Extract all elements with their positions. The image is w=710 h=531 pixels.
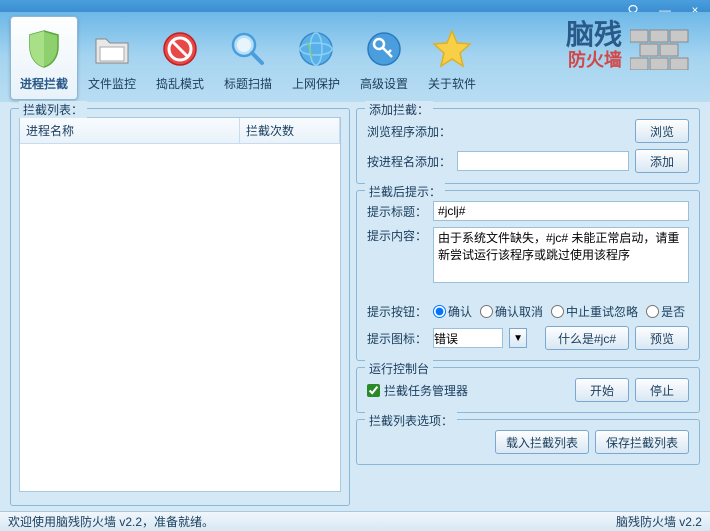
add-block-panel: 添加拦截： 浏览程序添加： 浏览 按进程名添加： 添加	[356, 108, 700, 184]
wall-icon	[630, 20, 690, 70]
block-list-legend: 拦截列表：	[19, 101, 87, 118]
tab-label: 进程拦截	[20, 75, 68, 92]
add-block-legend: 添加拦截：	[365, 101, 433, 118]
block-list-table[interactable]: 进程名称 拦截次数	[19, 117, 341, 492]
tip-icon-label: 提示图标：	[367, 330, 427, 347]
radio-ok[interactable]: 确认	[433, 303, 472, 320]
block-taskmgr-checkbox[interactable]: 拦截任务管理器	[367, 382, 468, 399]
radio-okcancel[interactable]: 确认取消	[480, 303, 543, 320]
brand-title: 脑残	[566, 21, 622, 49]
tab-web-protect[interactable]: 上网保护	[282, 16, 350, 100]
col-process-name[interactable]: 进程名称	[20, 118, 240, 143]
tip-title-input[interactable]	[433, 201, 689, 221]
runtime-legend: 运行控制台	[365, 360, 433, 377]
radio-yesno[interactable]: 是否	[646, 303, 685, 320]
toolbar: 进程拦截 文件监控 捣乱模式 标题扫描 上网保护 高级设置 关于软件	[0, 12, 710, 102]
block-list-panel: 拦截列表： 进程名称 拦截次数	[10, 108, 350, 506]
star-icon	[428, 25, 476, 73]
col-block-count[interactable]: 拦截次数	[240, 118, 340, 143]
tab-chaos-mode[interactable]: 捣乱模式	[146, 16, 214, 100]
tab-title-scan[interactable]: 标题扫描	[214, 16, 282, 100]
tip-title-label: 提示标题：	[367, 203, 427, 220]
tip-legend: 拦截后提示：	[365, 183, 445, 200]
load-list-button[interactable]: 载入拦截列表	[495, 430, 589, 454]
tip-icon-select[interactable]	[433, 328, 503, 348]
listops-legend: 拦截列表选项：	[365, 412, 457, 429]
tab-about[interactable]: 关于软件	[418, 16, 486, 100]
radio-abortretry[interactable]: 中止重试忽略	[551, 303, 638, 320]
tip-content-label: 提示内容：	[367, 227, 427, 244]
tab-label: 捣乱模式	[156, 75, 204, 92]
globe-icon	[292, 25, 340, 73]
tab-label: 标题扫描	[224, 75, 272, 92]
tip-icon-dropdown[interactable]: ▼	[509, 328, 527, 348]
key-icon	[360, 25, 408, 73]
status-right: 脑残防火墙 v2.2	[616, 513, 702, 530]
preview-button[interactable]: 预览	[635, 326, 689, 350]
browse-label: 浏览程序添加：	[367, 123, 451, 140]
folder-icon	[88, 25, 136, 73]
status-left: 欢迎使用脑残防火墙 v2.2，准备就绪。	[8, 513, 214, 530]
whatis-button[interactable]: 什么是#jc#	[545, 326, 629, 350]
tip-content-input[interactable]	[433, 227, 689, 283]
titlebar: — ×	[0, 0, 710, 12]
stop-button[interactable]: 停止	[635, 378, 689, 402]
start-button[interactable]: 开始	[575, 378, 629, 402]
tab-advanced[interactable]: 高级设置	[350, 16, 418, 100]
add-button[interactable]: 添加	[635, 149, 689, 173]
browse-button[interactable]: 浏览	[635, 119, 689, 143]
tab-label: 文件监控	[88, 75, 136, 92]
tab-label: 关于软件	[428, 75, 476, 92]
tab-process-block[interactable]: 进程拦截	[10, 16, 78, 100]
shield-icon	[20, 25, 68, 73]
tab-label: 上网保护	[292, 75, 340, 92]
runtime-panel: 运行控制台 拦截任务管理器 开始 停止	[356, 367, 700, 413]
save-list-button[interactable]: 保存拦截列表	[595, 430, 689, 454]
forbidden-icon	[156, 25, 204, 73]
brand: 脑残 防火墙	[566, 20, 690, 70]
process-name-input[interactable]	[457, 151, 629, 171]
tip-panel: 拦截后提示： 提示标题： 提示内容： 提示按钮： 确认 确认取消 中止重试忽略 …	[356, 190, 700, 361]
byname-label: 按进程名添加：	[367, 153, 451, 170]
listops-panel: 拦截列表选项： 载入拦截列表 保存拦截列表	[356, 419, 700, 465]
tab-label: 高级设置	[360, 75, 408, 92]
statusbar: 欢迎使用脑残防火墙 v2.2，准备就绪。 脑残防火墙 v2.2	[0, 511, 710, 531]
search-icon	[224, 25, 272, 73]
brand-subtitle: 防火墙	[566, 51, 622, 69]
tab-file-monitor[interactable]: 文件监控	[78, 16, 146, 100]
tip-button-label: 提示按钮：	[367, 303, 427, 320]
